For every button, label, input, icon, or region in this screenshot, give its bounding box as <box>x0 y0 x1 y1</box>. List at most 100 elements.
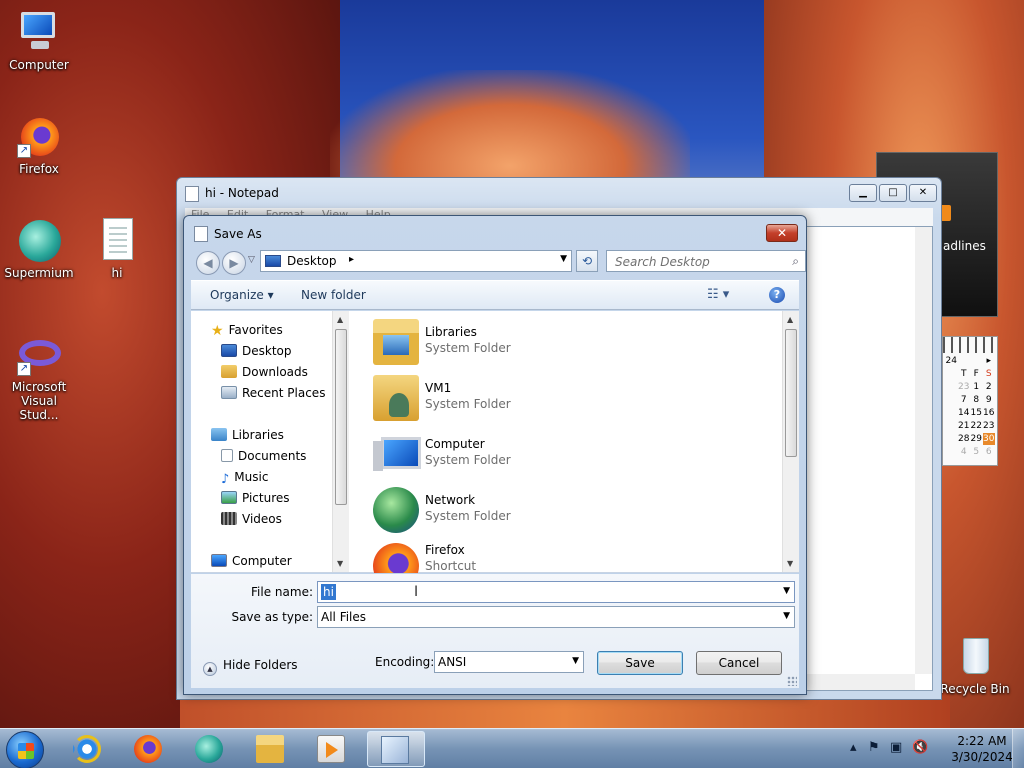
close-button[interactable]: ✕ <box>909 184 937 202</box>
navigation-pane-scrollbar[interactable]: ▲ ▼ <box>332 311 349 572</box>
documents-icon <box>221 449 233 462</box>
start-button[interactable] <box>6 731 44 768</box>
clock-date[interactable]: 3/30/2024 <box>950 750 1014 764</box>
scroll-up-arrow-icon[interactable]: ▲ <box>787 315 793 324</box>
hide-folders-button[interactable]: ▲ Hide Folders <box>203 658 298 676</box>
desktop-icon-supermium[interactable]: Supermium <box>1 216 77 280</box>
nav-item-label: Videos <box>242 512 282 526</box>
action-center-flag-icon[interactable]: ⚑ <box>868 740 880 755</box>
recycle-bin-icon <box>951 632 999 680</box>
scrollbar-thumb[interactable] <box>785 329 797 457</box>
refresh-button[interactable]: ⟲ <box>576 250 598 272</box>
file-name-input[interactable]: hi I ▼ <box>317 581 795 603</box>
taskbar-file-explorer[interactable] <box>243 731 297 767</box>
nav-item-documents[interactable]: Documents <box>221 449 306 463</box>
forward-button[interactable]: ▶ <box>222 251 246 275</box>
save-button[interactable]: Save <box>597 651 683 675</box>
change-view-button[interactable]: ☷ ▾ <box>707 287 729 302</box>
address-location[interactable]: Desktop <box>287 254 337 268</box>
desktop-icon-recycle-bin[interactable]: Recycle Bin <box>937 632 1013 696</box>
pictures-icon <box>221 491 237 504</box>
new-folder-button[interactable]: New folder <box>301 288 366 302</box>
scroll-up-arrow-icon[interactable]: ▲ <box>337 315 343 324</box>
minimize-button[interactable]: ▁ <box>849 184 877 202</box>
nav-item-recent-places[interactable]: Recent Places <box>221 386 325 400</box>
taskbar-notepad[interactable] <box>367 731 425 767</box>
dialog-close-button[interactable]: ✕ <box>766 224 798 242</box>
chevron-down-icon[interactable]: ▼ <box>572 656 579 666</box>
list-item[interactable]: Firefox Shortcut <box>369 539 769 573</box>
nav-group-computer[interactable]: Computer <box>211 554 292 568</box>
volume-muted-icon[interactable]: 🔇 <box>912 740 928 755</box>
taskbar-firefox[interactable] <box>121 731 175 767</box>
file-name: VM1 <box>425 381 452 395</box>
scrollbar-thumb[interactable] <box>335 329 347 505</box>
firefox-icon: ↗ <box>15 112 63 160</box>
scroll-down-arrow-icon[interactable]: ▼ <box>787 559 793 568</box>
supermium-icon <box>195 735 223 763</box>
file-type: System Folder <box>425 397 511 411</box>
clock-time[interactable]: 2:22 AM <box>950 734 1014 748</box>
calendar-day: 4 <box>960 447 967 457</box>
notepad-vertical-scrollbar[interactable] <box>915 227 932 674</box>
list-item[interactable]: Network System Folder <box>369 483 769 535</box>
calendar-gadget[interactable]: 24 ▸ TFS 23 1 2 789 14 15 16 21 22 23 28 29 30 45… <box>942 336 998 466</box>
list-item[interactable]: Libraries System Folder <box>369 315 769 367</box>
recent-places-icon <box>221 386 237 399</box>
scroll-down-arrow-icon[interactable]: ▼ <box>337 559 343 568</box>
breadcrumb-chevron[interactable]: ▸ <box>349 254 354 265</box>
computer-icon <box>15 8 63 56</box>
encoding-select[interactable]: ANSI ▼ <box>434 651 584 673</box>
nav-item-music[interactable]: ♪ Music <box>221 470 268 487</box>
desktop-icon-firefox[interactable]: ↗ Firefox <box>1 112 77 176</box>
calendar-day: 7 <box>960 395 967 405</box>
next-month-icon[interactable]: ▸ <box>983 355 996 367</box>
search-input[interactable]: Search Desktop ⌕ <box>606 250 806 272</box>
desktop-icon-hi-file[interactable]: hi <box>79 216 155 280</box>
help-button[interactable]: ? <box>769 287 785 303</box>
file-name-value[interactable]: hi <box>321 584 336 600</box>
file-name: Network <box>425 493 476 507</box>
taskbar-internet-explorer[interactable] <box>60 731 114 767</box>
file-name: Libraries <box>425 325 477 339</box>
show-hidden-icons-icon[interactable]: ▴ <box>850 740 857 755</box>
cancel-button[interactable]: Cancel <box>696 651 782 675</box>
maximize-button[interactable]: □ <box>879 184 907 202</box>
calendar-day: 9 <box>985 395 992 405</box>
chevron-down-icon[interactable]: ▼ <box>783 586 790 596</box>
nav-item-desktop[interactable]: Desktop <box>221 344 292 358</box>
chevron-down-icon[interactable]: ▼ <box>783 611 790 621</box>
computer-icon <box>373 431 421 477</box>
nav-item-downloads[interactable]: Downloads <box>221 365 308 379</box>
network-icon[interactable]: ▣ <box>890 740 902 755</box>
show-desktop-button[interactable] <box>1012 729 1024 768</box>
nav-group-favorites[interactable]: ★ Favorites <box>211 323 283 339</box>
list-item[interactable]: Computer System Folder <box>369 427 769 479</box>
save-as-type-select[interactable]: All Files ▼ <box>317 606 795 628</box>
taskbar-media-player[interactable] <box>304 731 358 767</box>
calendar-binding <box>943 337 997 353</box>
address-bar[interactable]: Desktop ▸ ▼ <box>260 250 572 272</box>
taskbar: ▴ ⚑ ▣ 🔇 2:22 AM 3/30/2024 <box>0 728 1024 768</box>
calendar-day: 5 <box>973 447 980 457</box>
save-as-dialog[interactable]: Save As ✕ ◀ ▶ ▽ Desktop ▸ ▼ ⟲ Search Des… <box>183 215 807 695</box>
list-item[interactable]: VM1 System Folder <box>369 371 769 423</box>
resize-grip[interactable] <box>787 676 797 686</box>
calendar-day: 23 <box>983 421 995 431</box>
desktop-icon-visual-studio[interactable]: ↗ Microsoft Visual Stud... <box>1 330 77 422</box>
recent-locations-dropdown[interactable]: ▽ <box>248 255 255 265</box>
back-button[interactable]: ◀ <box>196 251 220 275</box>
dialog-browser: ★ Favorites Desktop Downloads Recent Plac… <box>191 311 799 573</box>
desktop-icon-computer[interactable]: Computer <box>1 8 77 72</box>
file-list-scrollbar[interactable]: ▲ ▼ <box>782 311 799 572</box>
nav-group-libraries[interactable]: Libraries <box>211 428 284 442</box>
desktop-folder-icon <box>265 255 281 267</box>
file-list: Libraries System Folder VM1 System Folde… <box>353 311 782 573</box>
chevron-down-icon[interactable]: ▼ <box>560 254 567 264</box>
taskbar-supermium[interactable] <box>182 731 236 767</box>
nav-item-videos[interactable]: Videos <box>221 512 282 526</box>
file-type: System Folder <box>425 453 511 467</box>
desktop-icon-label: Firefox <box>19 162 59 176</box>
nav-item-pictures[interactable]: Pictures <box>221 491 290 505</box>
organize-button[interactable]: Organize ▾ <box>210 288 274 302</box>
